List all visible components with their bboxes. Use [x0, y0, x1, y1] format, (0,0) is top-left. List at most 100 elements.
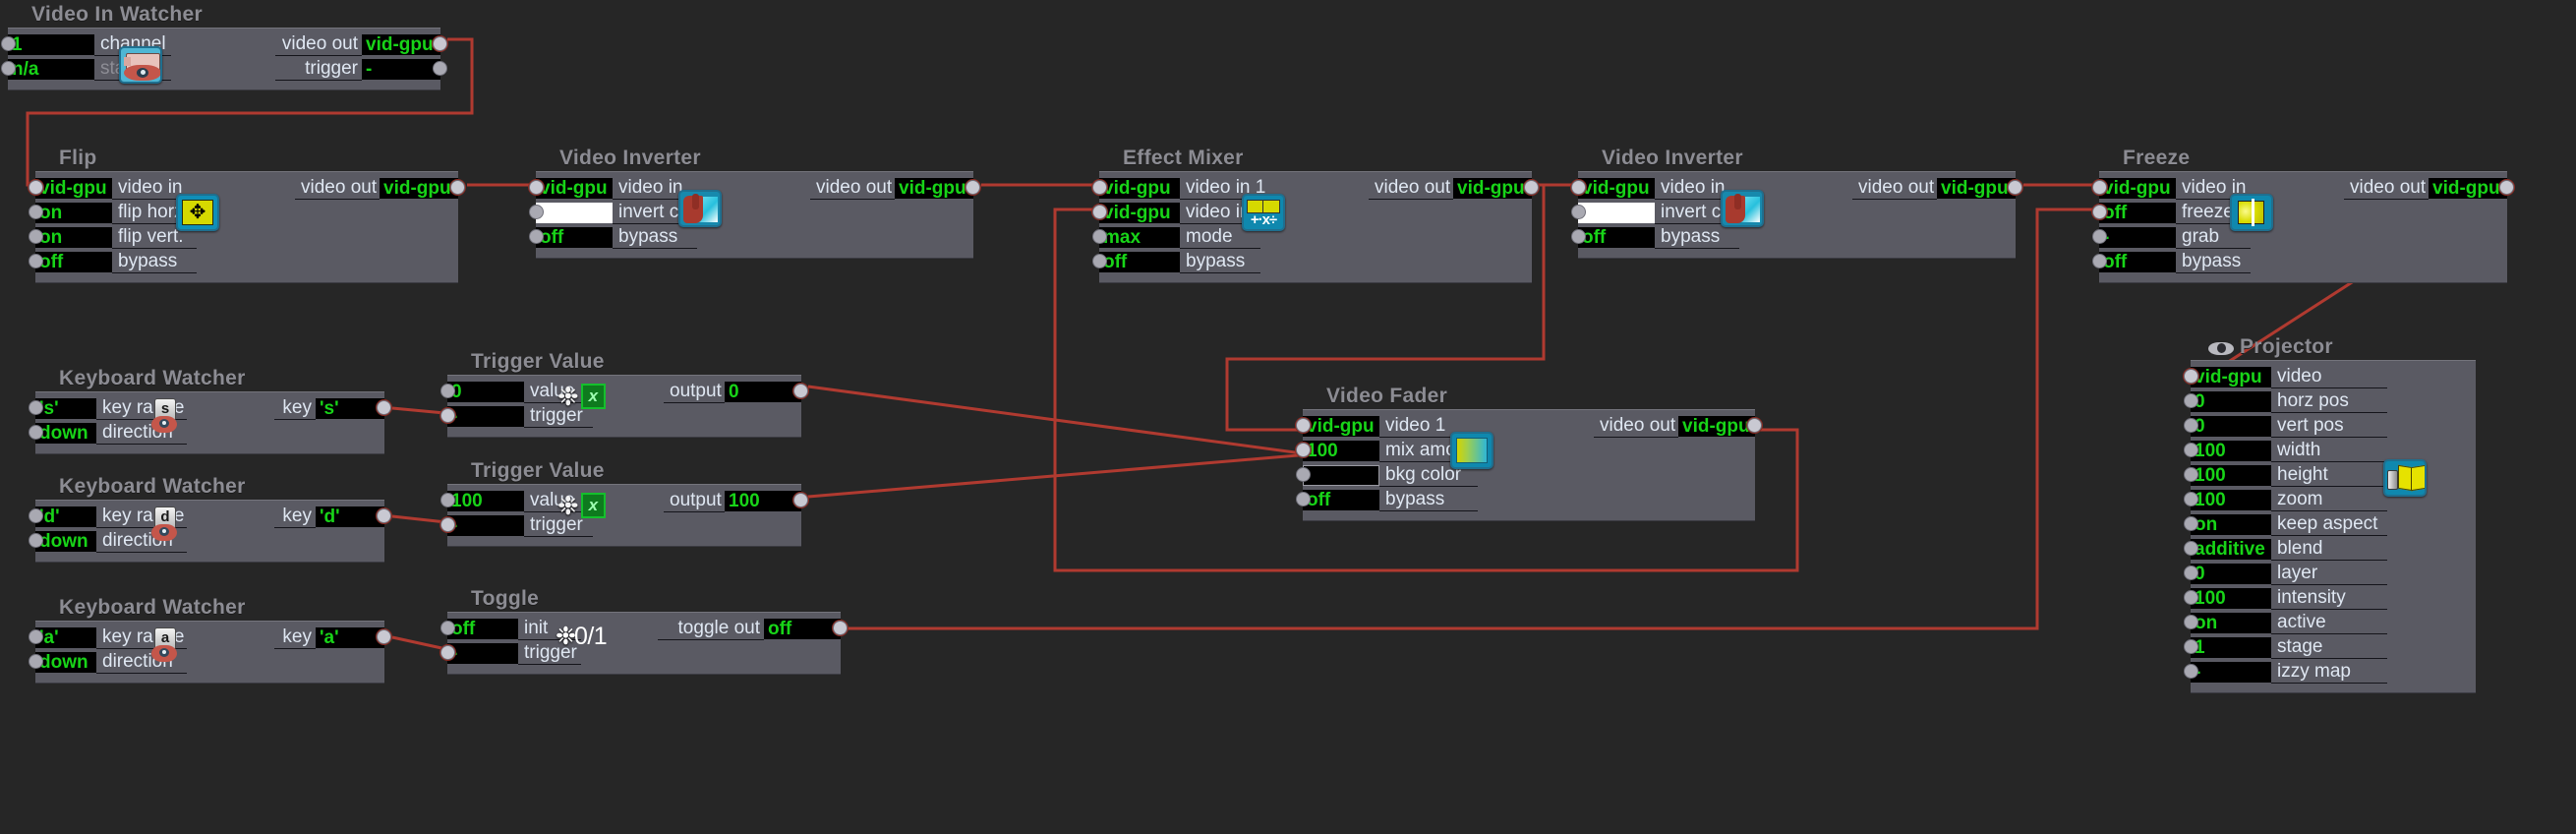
input-value[interactable]: 100 — [2191, 490, 2271, 510]
input-row[interactable]: vid-gpu video in 1 — [1092, 176, 1265, 201]
input-value[interactable]: on — [35, 227, 112, 248]
node-body[interactable]: vid-gpu video 0 horz pos 0 vert pos 100 width 10… — [2184, 360, 2476, 692]
input-port[interactable] — [2184, 541, 2198, 556]
output-value[interactable]: vid-gpu — [362, 34, 440, 55]
output-row[interactable]: toggle out off — [658, 617, 848, 641]
input-port[interactable] — [29, 229, 43, 244]
input-row[interactable]: -grab — [2092, 225, 2251, 250]
input-port[interactable] — [2184, 664, 2198, 679]
output-port[interactable] — [377, 508, 391, 523]
node-body[interactable]: vid-gpu video 1 100 mix amount bkg color off b… — [1296, 409, 1762, 520]
node-body[interactable]: 'a' key range down direction key'a' a — [29, 621, 391, 683]
input-row[interactable]: on flip vert. — [29, 225, 197, 250]
output-value[interactable]: 100 — [725, 491, 801, 511]
node-body[interactable]: vid-gpu video in invert color off bypass vide… — [529, 171, 980, 258]
input-value[interactable]: 0 — [2191, 564, 2271, 584]
input-value[interactable]: 's' — [35, 398, 96, 419]
node-body[interactable]: vid-gpu video in 1 vid-gpu video in 2 max mod… — [1092, 171, 1539, 282]
input-port[interactable] — [1092, 180, 1107, 195]
node-video-in-watcher[interactable]: Video In Watcher1channeln/astagevideo ou… — [1, 2, 447, 89]
input-row[interactable]: 100 height — [2184, 463, 2387, 488]
input-row[interactable]: off bypass — [1296, 488, 1478, 512]
output-value[interactable]: vid-gpu — [895, 178, 973, 199]
input-value[interactable]: 100 — [2191, 441, 2271, 461]
input-value[interactable]: - — [447, 643, 518, 664]
input-value[interactable]: 'a' — [35, 627, 96, 648]
input-port[interactable] — [1571, 229, 1586, 244]
input-port[interactable] — [2184, 393, 2198, 408]
output-port[interactable] — [450, 180, 465, 195]
color-swatch[interactable] — [1303, 465, 1379, 486]
input-port[interactable] — [529, 229, 544, 244]
input-row[interactable]: on keep aspect — [2184, 512, 2387, 537]
output-value[interactable]: vid-gpu — [1678, 416, 1755, 437]
node-keyboard-watcher-s[interactable]: Keyboard Watcher's' key range down directio… — [29, 366, 391, 453]
input-port[interactable] — [1092, 229, 1107, 244]
input-port[interactable] — [2092, 229, 2107, 244]
color-swatch[interactable] — [536, 203, 613, 223]
node-keyboard-watcher-a[interactable]: Keyboard Watcher'a' key range down directio… — [29, 595, 391, 683]
input-row[interactable]: 0 layer — [2184, 562, 2387, 586]
input-value[interactable]: max — [1099, 227, 1180, 248]
input-port[interactable] — [440, 517, 455, 532]
input-port[interactable] — [2092, 254, 2107, 268]
input-port[interactable] — [29, 205, 43, 219]
output-value[interactable]: vid-gpu — [1453, 178, 1532, 199]
output-port[interactable] — [833, 621, 848, 635]
input-port[interactable] — [440, 384, 455, 398]
color-swatch[interactable] — [1578, 203, 1655, 223]
input-port[interactable] — [1296, 467, 1311, 482]
input-port[interactable] — [1571, 205, 1586, 219]
input-port[interactable] — [29, 254, 43, 268]
input-value[interactable]: vid-gpu — [35, 178, 112, 199]
input-row[interactable]: max mode — [1092, 225, 1260, 250]
output-value[interactable]: 'a' — [316, 627, 384, 648]
input-value[interactable]: n/a — [8, 59, 94, 80]
input-port[interactable] — [1, 36, 16, 51]
input-row[interactable]: 0 horz pos — [2184, 389, 2387, 414]
input-port[interactable] — [1296, 418, 1311, 433]
input-value[interactable]: off — [1099, 252, 1180, 272]
node-freeze[interactable]: Freezevid-gpuvideo inofffreeze-graboffby… — [2092, 146, 2514, 282]
input-row[interactable]: 100 width — [2184, 439, 2387, 463]
input-row[interactable]: 100 zoom — [2184, 488, 2387, 512]
output-value[interactable]: 's' — [316, 398, 384, 419]
input-row[interactable]: off bypass — [1571, 225, 1739, 250]
output-port[interactable] — [1524, 180, 1539, 195]
input-row[interactable]: vid-gpu video in — [29, 176, 197, 201]
node-toggle[interactable]: Toggleoffinit-triggertoggle outoff❉0/1 — [440, 586, 848, 674]
input-value[interactable]: 100 — [2191, 588, 2271, 609]
input-row[interactable]: invert color — [529, 201, 710, 225]
input-value[interactable]: 100 — [2191, 465, 2271, 486]
patch-canvas[interactable]: Video In Watcher1channeln/astagevideo ou… — [0, 0, 2576, 834]
output-row[interactable]: output 100 — [664, 489, 808, 513]
node-video-inverter-2[interactable]: Video Inverter vid-gpu video in invert colo… — [1571, 146, 2022, 258]
input-value[interactable]: 1 — [2191, 637, 2271, 658]
input-value[interactable]: on — [2191, 613, 2271, 633]
output-value[interactable]: off — [764, 619, 841, 639]
node-body[interactable]: 1channeln/astagevideo outvid-gputrigger- — [1, 28, 447, 89]
input-row[interactable]: vid-gpu video in — [529, 176, 697, 201]
output-value[interactable]: vid-gpu — [1937, 178, 2016, 199]
input-port[interactable] — [2184, 590, 2198, 605]
output-row[interactable]: video out vid-gpu — [275, 32, 447, 57]
node-keyboard-watcher-d[interactable]: Keyboard Watcher'd' key range down directio… — [29, 474, 391, 562]
input-row[interactable]: off bypass — [1092, 250, 1260, 274]
input-port[interactable] — [1, 61, 16, 76]
input-value[interactable]: off — [536, 227, 613, 248]
output-row[interactable]: video out vid-gpu — [1852, 176, 2022, 201]
input-value[interactable]: down — [35, 531, 96, 552]
output-port[interactable] — [2008, 180, 2022, 195]
output-row[interactable]: output 0 — [664, 380, 808, 404]
input-value[interactable]: off — [2099, 252, 2176, 272]
input-value[interactable]: off — [447, 619, 518, 639]
input-port[interactable] — [2184, 492, 2198, 506]
input-row[interactable]: off bypass — [2092, 250, 2251, 274]
node-projector[interactable]: Projector vid-gpu video 0 horz pos 0 vert pos 1… — [2184, 334, 2476, 692]
input-port[interactable] — [29, 180, 43, 195]
input-row[interactable]: vid-gpu video in — [2092, 176, 2251, 201]
input-port[interactable] — [2184, 418, 2198, 433]
input-port[interactable] — [2184, 467, 2198, 482]
input-value[interactable]: - — [2099, 227, 2176, 248]
node-body[interactable]: 0value-triggeroutput0❉x — [440, 375, 808, 437]
